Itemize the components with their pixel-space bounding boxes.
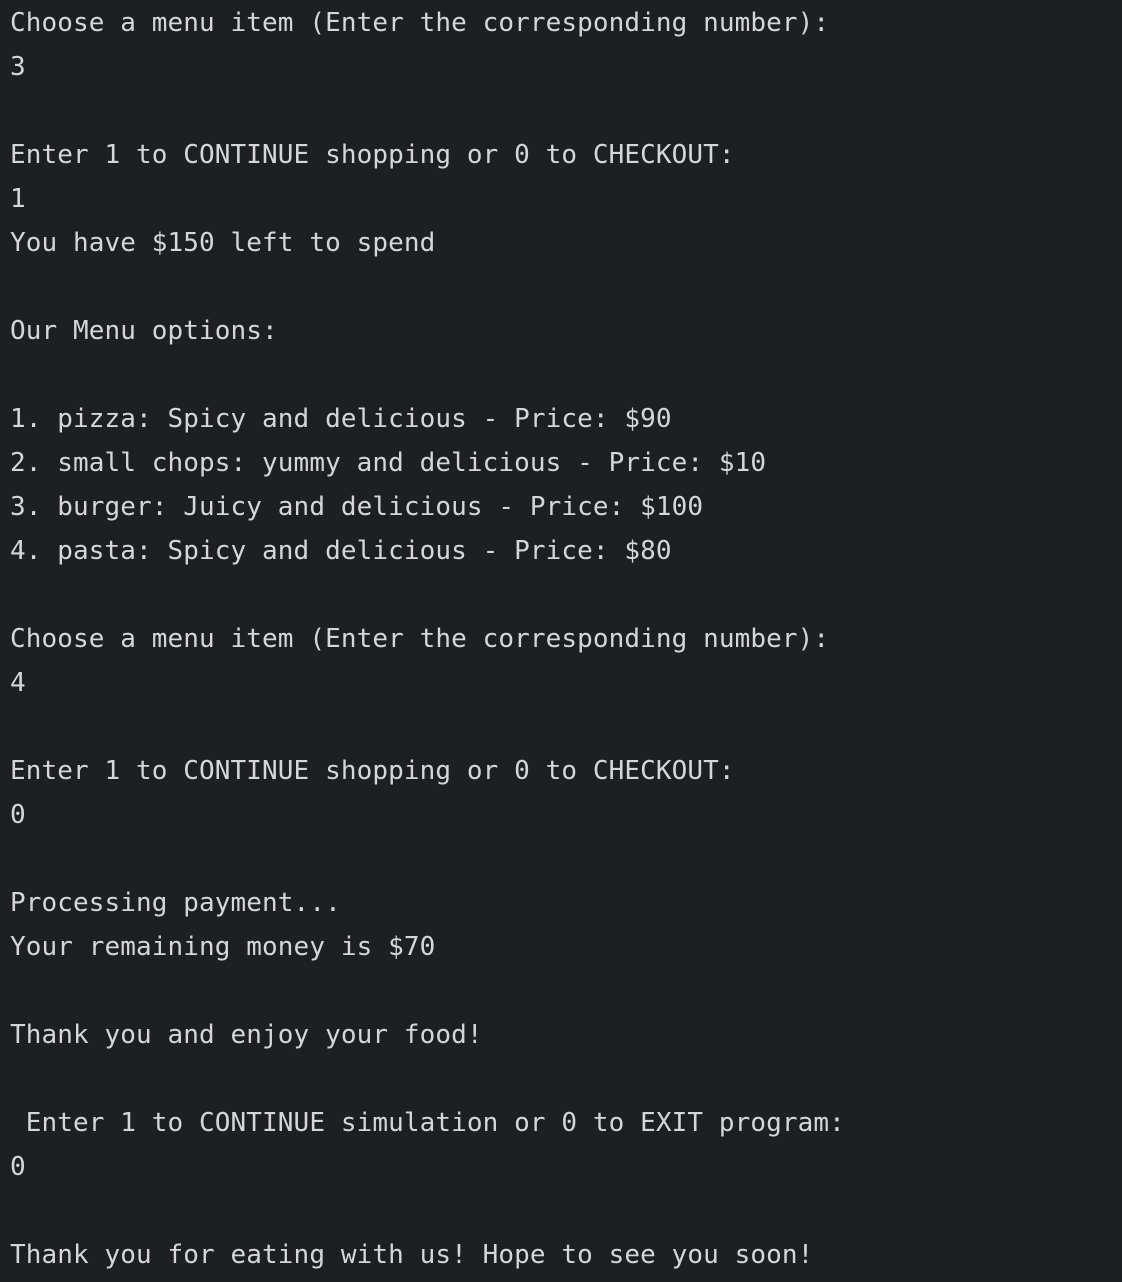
console-line: Choose a menu item (Enter the correspond… xyxy=(10,624,830,654)
console-line: Thank you for eating with us! Hope to se… xyxy=(10,1240,814,1270)
console-user-input: 4 xyxy=(10,668,26,698)
console-line: Enter 1 to CONTINUE shopping or 0 to CHE… xyxy=(10,756,735,786)
console-line: Enter 1 to CONTINUE simulation or 0 to E… xyxy=(10,1108,845,1138)
console-line: Enter 1 to CONTINUE shopping or 0 to CHE… xyxy=(10,140,735,170)
console-line: You have $150 left to spend xyxy=(10,228,436,258)
console-line: Choose a menu item (Enter the correspond… xyxy=(10,8,830,38)
console-line: Our Menu options: xyxy=(10,316,278,346)
console-user-input: 1 xyxy=(10,184,26,214)
menu-option: 3. burger: Juicy and delicious - Price: … xyxy=(10,492,704,522)
console-line: Your remaining money is $70 xyxy=(10,932,436,962)
console-user-input: 3 xyxy=(10,52,26,82)
menu-option: 1. pizza: Spicy and delicious - Price: $… xyxy=(10,404,672,434)
menu-option: 4. pasta: Spicy and delicious - Price: $… xyxy=(10,536,672,566)
console-output[interactable]: Choose a menu item (Enter the correspond… xyxy=(0,0,1122,1282)
console-user-input: 0 xyxy=(10,800,26,830)
menu-option: 2. small chops: yummy and delicious - Pr… xyxy=(10,448,767,478)
console-line: Processing payment... xyxy=(10,888,341,918)
console-user-input: 0 xyxy=(10,1152,26,1182)
console-line: Thank you and enjoy your food! xyxy=(10,1020,483,1050)
